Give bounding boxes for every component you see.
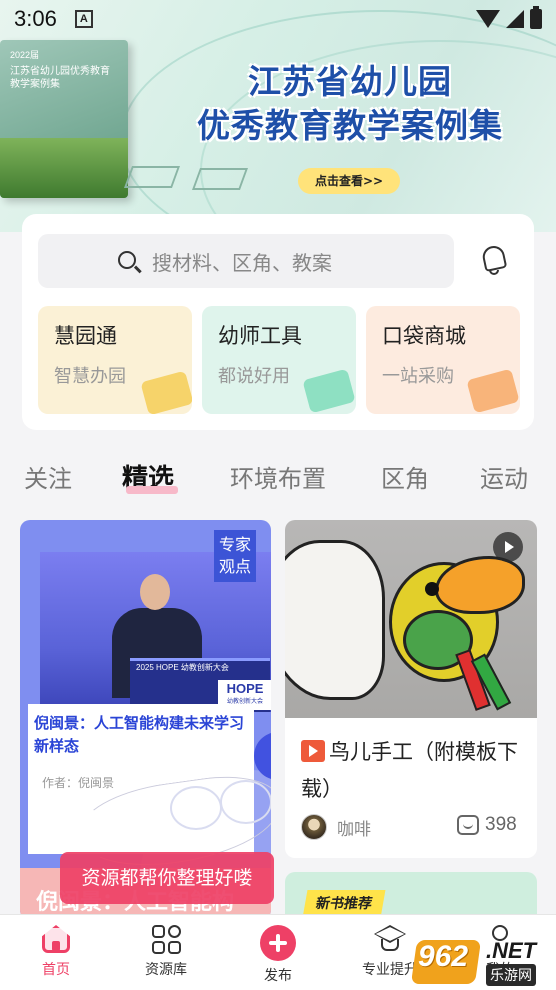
envelope-decoration: [123, 166, 181, 188]
banner-title: 江苏省幼儿园 优秀教育教学案例集: [150, 60, 550, 148]
envelope-decoration: [191, 168, 249, 190]
video-play-icon[interactable]: [493, 532, 523, 562]
card-title: 鸟儿手工（附模板下载）: [301, 734, 527, 808]
tab-environment[interactable]: 环境布置: [230, 459, 326, 494]
top-card: 搜材料、区角、教案 慧园通 智慧办园 幼师工具 都说好用 口袋商城 一站采购: [22, 214, 534, 430]
status-bar: 3:06 A: [0, 0, 556, 38]
expert-badge: 专家观点: [214, 530, 256, 582]
nav-publish[interactable]: 发布: [228, 925, 328, 985]
site-watermark: 962 .NET 乐游网: [410, 934, 556, 990]
tile-teacher-tools[interactable]: 幼师工具 都说好用: [202, 306, 356, 414]
card-title-text: 鸟儿手工（附模板下载）: [301, 740, 518, 801]
watermark-text: 乐游网: [486, 964, 536, 986]
bell-icon[interactable]: [480, 243, 508, 276]
watermark-domain: .NET: [486, 938, 537, 963]
graduation-cap-icon: [373, 923, 407, 955]
tab-follow[interactable]: 关注: [24, 459, 72, 494]
watermark-number: 962: [418, 940, 469, 973]
notification-a-icon: A: [74, 10, 93, 28]
comment-icon: [457, 815, 479, 835]
search-placeholder: 搜材料、区角、教案: [152, 250, 332, 275]
nav-label: 资源库: [145, 962, 187, 978]
hope-logo-text: HOPE: [226, 681, 264, 696]
book-title: 江苏省幼儿园优秀教育教学案例集: [10, 66, 110, 90]
nav-home[interactable]: 首页: [6, 923, 106, 979]
active-tab-indicator: [126, 486, 178, 494]
card-author[interactable]: 咖啡: [301, 814, 371, 840]
plus-icon: [260, 925, 296, 961]
grid-icon: [149, 923, 183, 955]
book-year: 2022届: [10, 50, 40, 60]
status-time: 3:06: [14, 6, 57, 31]
category-tabs: 关注 精选 环境布置 区角 运动: [0, 450, 556, 502]
home-icon: [39, 923, 73, 955]
nav-label: 发布: [264, 968, 292, 984]
card-title: 倪闽景：人工智能构建未来学习新样态: [34, 714, 245, 755]
tile-title: 幼师工具: [218, 324, 302, 348]
tile-title: 慧园通: [54, 324, 117, 348]
author-name: 咖啡: [337, 819, 371, 840]
battery-icon: [530, 6, 542, 29]
glasses-decoration: [170, 786, 222, 830]
comment-count[interactable]: 398: [457, 814, 517, 836]
search-icon: [118, 251, 136, 269]
banner-title-line2: 优秀教育教学案例集: [197, 106, 503, 145]
tile-pocket-mall[interactable]: 口袋商城 一站采购: [366, 306, 520, 414]
card-author: 作者：倪闽景: [42, 776, 115, 790]
book-cover-image: 2022届 江苏省幼儿园优秀教育教学案例集: [0, 40, 128, 198]
search-bar[interactable]: 搜材料、区角、教案: [38, 234, 454, 288]
feed-card-bird-craft[interactable]: 鸟儿手工（附模板下载） 咖啡 398: [285, 520, 537, 858]
podium-text: 2025 HOPE 幼教创新大会: [136, 663, 229, 672]
signal-icon: [506, 10, 524, 28]
toast-message: 资源都帮你整理好喽: [60, 852, 274, 904]
banner-title-line1: 江苏省幼儿园: [248, 62, 452, 101]
avatar: [301, 814, 327, 840]
video-badge-icon: [301, 740, 325, 762]
comment-count-value: 398: [485, 814, 517, 835]
tile-title: 口袋商城: [382, 324, 466, 348]
nav-label: 首页: [42, 962, 70, 978]
tab-corner[interactable]: 区角: [381, 459, 429, 494]
tile-huiyuantong[interactable]: 慧园通 智慧办园: [38, 306, 192, 414]
banner-cta-button[interactable]: 点击查看>>: [298, 168, 400, 194]
wifi-icon: [476, 10, 500, 28]
nav-resources[interactable]: 资源库: [116, 923, 216, 979]
tab-sports[interactable]: 运动: [480, 459, 528, 494]
